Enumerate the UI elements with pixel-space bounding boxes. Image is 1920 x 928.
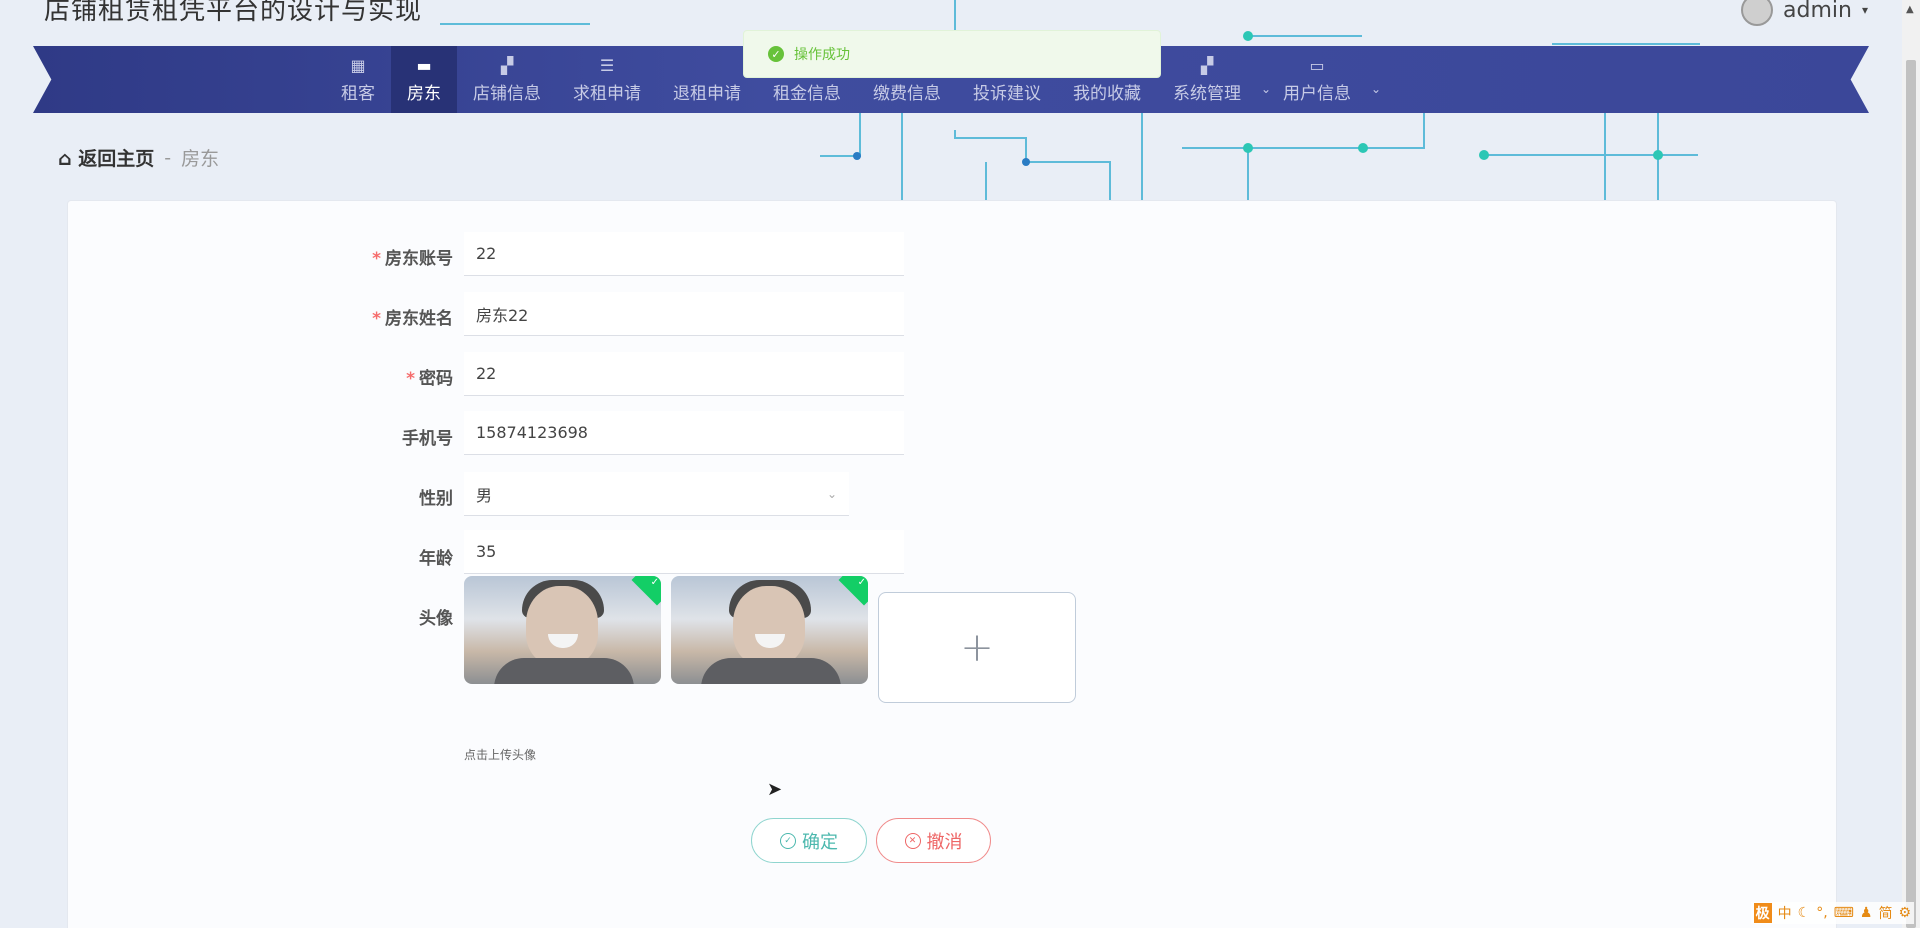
apps-icon: ▞ xyxy=(500,56,514,75)
close-circle-icon: ✕ xyxy=(904,832,921,849)
nav-item-shop-info[interactable]: ▞ 店铺信息 xyxy=(457,46,557,113)
person-icon[interactable]: ♟ xyxy=(1860,905,1873,921)
chevron-down-icon: ⌄ xyxy=(826,486,837,501)
breadcrumb-home[interactable]: ⌂ 返回主页 xyxy=(58,144,154,171)
nav-item-user-info[interactable]: ▭ 用户信息 ⌄ xyxy=(1267,46,1381,113)
name-label: * 房东姓名 xyxy=(372,309,453,329)
required-asterisk: * xyxy=(372,309,381,329)
breadcrumb-current: 房东 xyxy=(181,148,220,170)
toast-message: 操作成功 xyxy=(794,47,850,63)
nav-item-system-management[interactable]: ▞ 系统管理 ⌄ xyxy=(1157,46,1271,113)
cancel-label: 撤消 xyxy=(926,831,963,853)
nav-label: 退租申请 xyxy=(673,84,741,104)
user-avatar xyxy=(1741,0,1774,26)
required-asterisk: * xyxy=(372,249,381,269)
app-title: 店铺租赁租凭平台的设计与实现 xyxy=(44,0,423,26)
gender-value: 男 xyxy=(476,485,493,505)
avatar-photo-face xyxy=(526,586,598,666)
breadcrumb-separator: - xyxy=(164,146,172,169)
cancel-button[interactable]: ✕ 撤消 xyxy=(876,818,991,863)
breadcrumb-home-label: 返回主页 xyxy=(78,148,155,170)
breadcrumb: ⌂ 返回主页 - 房东 xyxy=(58,144,219,171)
user-menu[interactable]: admin ▾ xyxy=(1741,0,1868,26)
nav-label: 房东 xyxy=(407,84,441,104)
avatar-thumbnail[interactable]: ✓ xyxy=(464,576,661,684)
account-input[interactable]: 22 xyxy=(464,232,904,276)
nav-item-tenant[interactable]: ▦ 租客 xyxy=(325,46,391,113)
check-icon: ✓ xyxy=(650,577,659,588)
ime-toolbar[interactable]: 极 中 ☾ °, ⌨ ♟ 简 ⚙ xyxy=(1750,902,1914,924)
nav-item-landlord[interactable]: ▬ 房东 xyxy=(391,46,457,113)
moon-icon[interactable]: ☾ xyxy=(1798,905,1811,921)
avatar-label: 头像 xyxy=(419,609,453,629)
scroll-up-icon[interactable]: ▲ xyxy=(1906,4,1914,15)
nav-label: 我的收藏 xyxy=(1073,84,1141,104)
nav-label: 系统管理 xyxy=(1173,84,1241,104)
ime-logo-icon: 极 xyxy=(1753,903,1772,923)
avatar-photo-body xyxy=(494,658,634,684)
avatar-photo-face xyxy=(733,586,805,666)
password-label: * 密码 xyxy=(406,369,453,389)
upload-tip: 点击上传头像 xyxy=(464,748,537,762)
confirm-button[interactable]: ✓ 确定 xyxy=(751,818,867,863)
avatar-photo-body xyxy=(701,658,841,684)
phone-input[interactable]: 15874123698 xyxy=(464,411,904,455)
password-input[interactable]: 22 xyxy=(464,352,904,396)
nav-label: 用户信息 xyxy=(1283,84,1351,104)
success-check-icon: ✓ xyxy=(768,46,784,62)
sliders-icon: ☰ xyxy=(599,56,615,75)
confirm-label: 确定 xyxy=(802,831,838,853)
ime-chinese-mode[interactable]: 中 xyxy=(1778,903,1792,923)
chevron-down-icon: ⌄ xyxy=(1370,82,1381,96)
upload-avatar-button[interactable]: + xyxy=(878,592,1076,703)
nav-label: 投诉建议 xyxy=(973,84,1041,104)
age-label: 年龄 xyxy=(419,549,453,569)
nav-label: 缴费信息 xyxy=(873,84,941,104)
plus-icon: + xyxy=(960,624,994,671)
nav-item-checkout-request[interactable]: 退租申请 xyxy=(657,46,757,113)
nav-label: 求租申请 xyxy=(573,84,641,104)
keyboard-icon[interactable]: ⌨ xyxy=(1834,905,1854,921)
check-circle-icon: ✓ xyxy=(780,832,796,849)
brush-icon: ▬ xyxy=(416,56,432,75)
age-input[interactable]: 35 xyxy=(464,530,904,574)
settings-icon[interactable]: ⚙ xyxy=(1898,905,1911,921)
account-label: * 房东账号 xyxy=(372,249,453,269)
nav-label: 店铺信息 xyxy=(473,84,541,104)
scrollbar-thumb[interactable] xyxy=(1906,60,1916,928)
success-toast: ✓ 操作成功 xyxy=(743,30,1161,78)
nav-label: 租客 xyxy=(341,84,375,104)
ime-simplified-mode[interactable]: 简 xyxy=(1878,903,1892,923)
home-icon: ⌂ xyxy=(58,148,72,170)
nav-item-rent-request[interactable]: ☰ 求租申请 xyxy=(557,46,657,113)
nav-label: 租金信息 xyxy=(773,84,841,104)
user-name: admin xyxy=(1783,0,1852,23)
gender-label: 性别 xyxy=(419,489,453,509)
name-input[interactable]: 房东22 xyxy=(464,292,904,336)
check-icon: ✓ xyxy=(857,577,866,588)
gender-select[interactable]: 男 ⌄ xyxy=(464,472,849,516)
card-icon: ▭ xyxy=(1309,56,1325,75)
apps-icon: ▞ xyxy=(1200,56,1214,75)
mouse-cursor-icon: ➤ xyxy=(767,779,783,800)
grid-icon: ▦ xyxy=(350,56,366,75)
required-asterisk: * xyxy=(406,369,415,389)
avatar-thumbnail[interactable]: ✓ xyxy=(671,576,868,684)
punctuation-icon[interactable]: °, xyxy=(1816,905,1827,921)
chevron-down-icon: ▾ xyxy=(1861,3,1868,17)
phone-label: 手机号 xyxy=(402,429,453,449)
page-scrollbar[interactable]: ▲ xyxy=(1902,0,1920,928)
